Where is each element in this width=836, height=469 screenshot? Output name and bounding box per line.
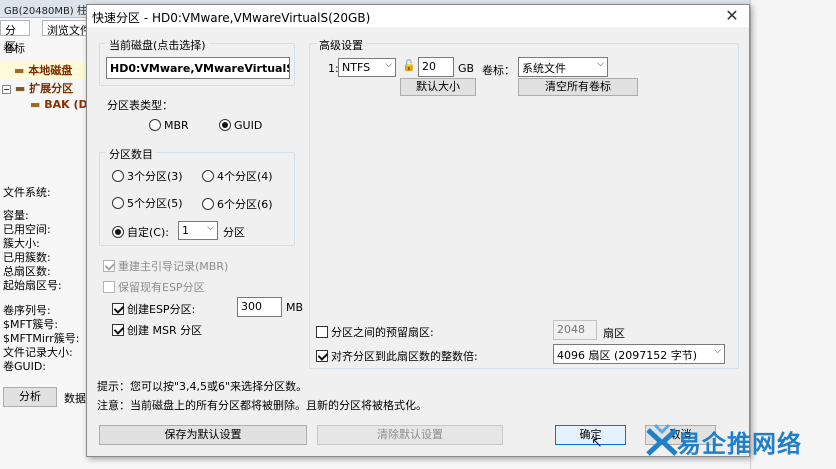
radio-guid[interactable]: GUID <box>219 119 262 132</box>
current-disk-selector[interactable]: HD0:VMware,VMwareVirtualS(20G <box>106 57 290 79</box>
esp-size-unit: MB <box>286 301 304 314</box>
radio-4-indicator[interactable] <box>202 170 214 182</box>
checkbox-rebuild-mbr[interactable]: 重建主引导记录(MBR) <box>103 258 228 274</box>
current-disk-title: 当前磁盘(点击选择) <box>106 37 209 53</box>
radio-mbr-indicator[interactable] <box>149 119 161 131</box>
disk-icon: ▬ <box>14 82 26 95</box>
collapse-icon[interactable]: − <box>2 85 11 94</box>
mouse-cursor-icon: ↖ <box>591 435 603 451</box>
disk-icon: ▬ <box>14 64 25 77</box>
disk-icon: ▬ <box>30 98 41 111</box>
radio-custom-indicator[interactable] <box>112 226 124 238</box>
filesystem-select[interactable]: NTFS ⌵ <box>338 58 396 77</box>
volume-label-caption: 卷标： <box>482 64 515 77</box>
radio-4-partitions[interactable]: 4个分区(4) <box>202 168 273 184</box>
checkbox-keep-esp[interactable]: 保留现有ESP分区 <box>103 279 205 295</box>
tabs: 分区 浏览文件 <box>0 20 96 53</box>
lock-icon[interactable]: 🔓 <box>402 59 416 72</box>
close-icon[interactable]: ✕ <box>719 7 745 25</box>
partition-count-title: 分区数目 <box>106 146 156 162</box>
align-sectors-select[interactable]: 4096 扇区 (2097152 字节) ⌵ <box>553 344 725 364</box>
advanced-settings-group: 高级设置 1: NTFS ⌵ 🔓 20 GB 卷标： 系统文件 ⌵ 默认大小 清空所… <box>309 37 739 369</box>
checkbox-create-esp-indicator[interactable] <box>112 303 124 315</box>
watermark-logo-icon <box>646 423 678 456</box>
checkbox-keep-esp-indicator[interactable] <box>103 281 115 293</box>
analyze-button[interactable]: 分析 <box>3 387 57 407</box>
chevron-down-icon: ⌵ <box>207 223 214 233</box>
partition-table-title: 分区表类型： <box>107 99 173 112</box>
reserve-sectors-input[interactable]: 2048 <box>553 320 597 340</box>
partition-size-unit: GB <box>458 62 475 75</box>
chevron-down-icon: ⌵ <box>714 346 721 356</box>
clear-labels-button[interactable]: 清空所有卷标 <box>518 78 638 96</box>
label-volume-guid: 卷GUID: <box>3 360 46 373</box>
save-default-button[interactable]: 保存为默认设置 <box>99 425 307 445</box>
esp-size-input[interactable]: 300 <box>237 297 282 317</box>
custom-count-select[interactable]: 1 ⌵ <box>178 221 218 240</box>
volume-label-select[interactable]: 系统文件 ⌵ <box>518 57 608 77</box>
radio-6-indicator[interactable] <box>202 198 214 210</box>
radio-5-partitions[interactable]: 5个分区(5) <box>112 195 183 211</box>
dialog-title: 快速分区 - HD0:VMware,VMwareVirtualS(20GB) <box>87 5 749 27</box>
tree-item-extended[interactable]: − ▬ 扩展分区 <box>0 80 90 98</box>
default-size-button[interactable]: 默认大小 <box>400 78 476 96</box>
watermark: 易企推网络 <box>645 420 835 464</box>
checkbox-reserve-sectors[interactable]: 分区之间的预留扇区: <box>316 324 434 340</box>
right-panel-background <box>750 0 836 469</box>
column-header-volume: 卷标 <box>3 42 25 55</box>
tree-item-bak[interactable]: ▬ BAK (D <box>0 98 90 116</box>
tip-text: 提示：您可以按"3,4,5或6"来选择分区数。 <box>97 380 308 393</box>
quick-partition-dialog: 快速分区 - HD0:VMware,VMwareVirtualS(20GB) ✕… <box>86 4 750 457</box>
checkbox-align-partitions[interactable]: 对齐分区到此扇区数的整数倍: <box>316 348 478 364</box>
tree-item-local-disk[interactable]: ▬ 本地磁盘 <box>0 62 90 80</box>
checkbox-create-msr[interactable]: 创建 MSR 分区 <box>112 322 202 338</box>
warning-text: 注意：当前磁盘上的所有分区都将被删除。且新的分区将被格式化。 <box>97 399 427 412</box>
label-filesystem: 文件系统: <box>3 186 51 199</box>
label-start-sector: 起始扇区号: <box>3 279 62 292</box>
radio-custom[interactable]: 自定(C): <box>112 224 169 240</box>
checkbox-create-msr-indicator[interactable] <box>112 324 124 336</box>
radio-guid-indicator[interactable] <box>219 119 231 131</box>
radio-6-partitions[interactable]: 6个分区(6) <box>202 196 273 212</box>
data-label: 数据 <box>64 392 86 405</box>
advanced-settings-title: 高级设置 <box>316 37 366 53</box>
radio-mbr[interactable]: MBR <box>149 119 189 132</box>
checkbox-reserve-sectors-indicator[interactable] <box>316 326 328 338</box>
partition-count-group: 分区数目 3个分区(3) 4个分区(4) 5个分区(5) 6个分区(6) 自定(… <box>99 146 295 246</box>
radio-3-partitions[interactable]: 3个分区(3) <box>112 168 183 184</box>
checkbox-create-esp[interactable]: 创建ESP分区: <box>112 301 195 317</box>
reserve-sectors-unit: 扇区 <box>603 327 625 340</box>
checkbox-rebuild-mbr-indicator[interactable] <box>103 260 115 272</box>
clear-default-button[interactable]: 清除默认设置 <box>317 425 503 445</box>
checkbox-align-partitions-indicator[interactable] <box>316 350 328 362</box>
watermark-text: 易企推网络 <box>677 429 802 458</box>
chevron-down-icon: ⌵ <box>597 59 604 69</box>
radio-5-indicator[interactable] <box>112 197 124 209</box>
chevron-down-icon: ⌵ <box>385 60 392 70</box>
custom-count-suffix: 分区 <box>223 226 245 239</box>
radio-3-indicator[interactable] <box>112 170 124 182</box>
current-disk-group: 当前磁盘(点击选择) HD0:VMware,VMwareVirtualS(20G <box>99 37 295 86</box>
tab-partition[interactable]: 分区 <box>0 20 30 53</box>
partition-size-input[interactable]: 20 <box>418 57 454 77</box>
